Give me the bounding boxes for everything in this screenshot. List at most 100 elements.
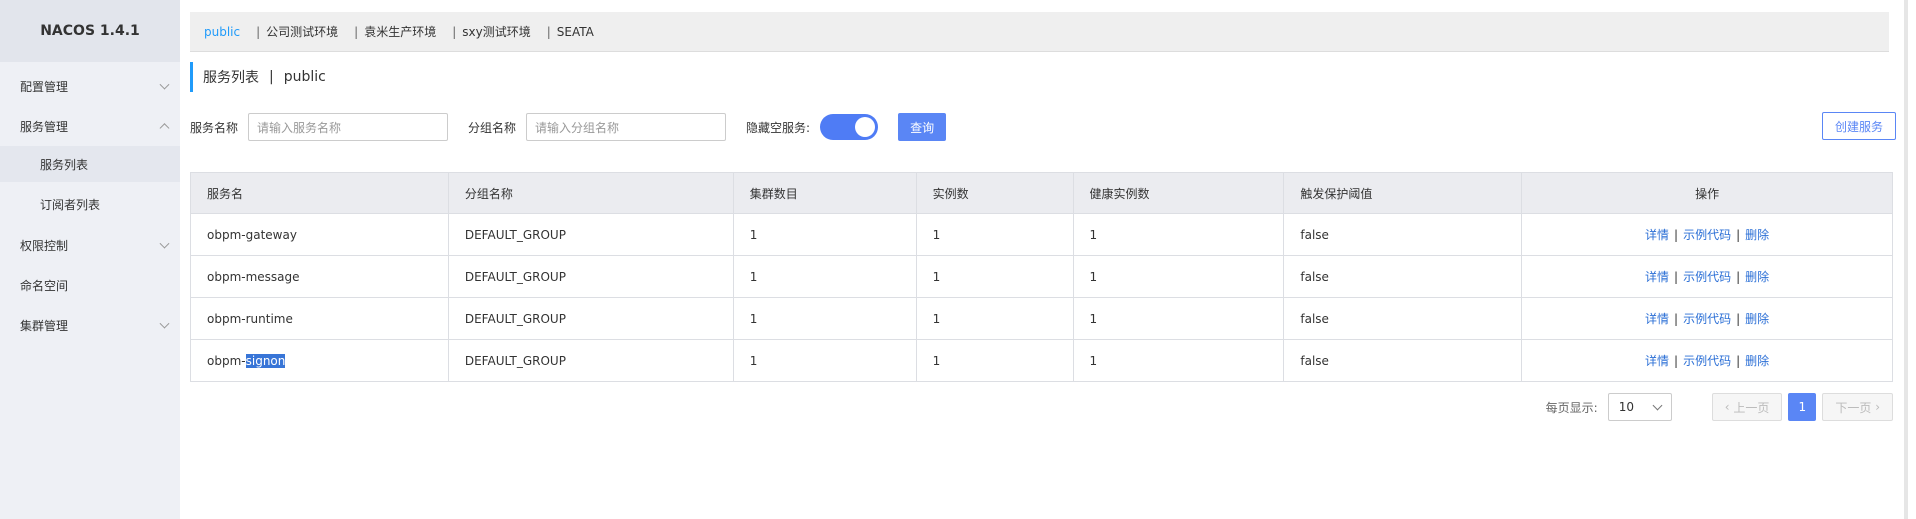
scrollbar[interactable] [1904, 0, 1908, 519]
sidebar-item-label: 集群管理 [20, 318, 69, 333]
sidebar-item-label: 配置管理 [20, 79, 69, 94]
page-title-separator: | [269, 69, 274, 85]
main-content: public | 公司测试环境 | 袁米生产环境 | sxy测试环境 | SEA… [180, 0, 1916, 519]
service-table: 服务名 分组名称 集群数目 实例数 健康实例数 触发保护阈值 操作 obpm-g… [190, 172, 1893, 382]
cell-group: DEFAULT_GROUP [447, 213, 734, 256]
page-size-value: 10 [1618, 400, 1634, 414]
group-name-input[interactable]: 请输入分组名称 [526, 113, 727, 141]
cell-instances: 1 [915, 297, 1074, 340]
chevron-left-icon: ‹ [1724, 400, 1734, 414]
header-service-name: 服务名 [190, 172, 449, 214]
sidebar-item-service[interactable]: 服务管理 [0, 108, 180, 144]
page-size-select[interactable]: 10 [1607, 393, 1672, 421]
cell-service-name: obpm-runtime [190, 297, 449, 340]
sidebar-item-cluster[interactable]: 集群管理 [0, 307, 180, 343]
create-service-button[interactable]: 创建服务 [1821, 112, 1896, 140]
table-row: obpm-gateway DEFAULT_GROUP 1 1 1 false 详… [190, 213, 1893, 256]
cell-instances: 1 [915, 339, 1074, 382]
cell-service-name: obpm-gateway [190, 213, 449, 256]
detail-link[interactable]: 详情 [1645, 312, 1669, 326]
cell-group: DEFAULT_GROUP [447, 255, 734, 298]
detail-link[interactable]: 详情 [1645, 354, 1669, 368]
cell-operations: 详情 | 示例代码 | 删除 [1521, 213, 1893, 256]
cell-operations: 详情 | 示例代码 | 删除 [1521, 339, 1893, 382]
ops-separator: | [1674, 312, 1679, 326]
cell-clusters: 1 [732, 255, 917, 298]
sample-code-link[interactable]: 示例代码 [1683, 312, 1731, 326]
service-name-prefix: obpm- [207, 353, 246, 368]
sidebar: NACOS 1.4.1 配置管理 服务管理 服务列表 订阅者列表 权限控制 命名… [0, 0, 180, 519]
cell-clusters: 1 [732, 213, 917, 256]
ops-separator: | [1736, 228, 1741, 242]
sample-code-link[interactable]: 示例代码 [1683, 228, 1731, 242]
delete-link[interactable]: 删除 [1745, 312, 1769, 326]
service-name-input[interactable]: 请输入服务名称 [248, 113, 449, 141]
ops-separator: | [1674, 354, 1679, 368]
cell-clusters: 1 [732, 297, 917, 340]
delete-link[interactable]: 删除 [1745, 228, 1769, 242]
page-size-label: 每页显示: [1545, 400, 1598, 415]
namespace-company-test[interactable]: 公司测试环境 [266, 23, 338, 40]
cell-instances: 1 [915, 213, 1074, 256]
logo: NACOS 1.4.1 [0, 0, 180, 62]
table-row: obpm-runtime DEFAULT_GROUP 1 1 1 false 详… [190, 297, 1893, 340]
page-title-main: 服务列表 [203, 70, 259, 86]
delete-link[interactable]: 删除 [1745, 354, 1769, 368]
header-healthy-count: 健康实例数 [1072, 172, 1285, 214]
chevron-down-icon [159, 79, 170, 90]
header-protect-threshold: 触发保护阈值 [1283, 172, 1523, 214]
sidebar-item-auth[interactable]: 权限控制 [0, 227, 180, 263]
namespace-separator: | [546, 24, 551, 39]
cell-threshold: false [1283, 255, 1523, 298]
cell-instances: 1 [915, 255, 1074, 298]
detail-link[interactable]: 详情 [1645, 228, 1669, 242]
header-operations: 操作 [1521, 172, 1893, 214]
ops-separator: | [1674, 270, 1679, 284]
detail-link[interactable]: 详情 [1645, 270, 1669, 284]
chevron-down-icon [159, 238, 170, 249]
sidebar-item-service-list[interactable]: 服务列表 [0, 146, 180, 182]
header-cluster-count: 集群数目 [732, 172, 917, 214]
namespace-prod[interactable]: 袁米生产环境 [364, 23, 436, 40]
namespace-sxy-test[interactable]: sxy测试环境 [462, 23, 530, 40]
sidebar-item-config[interactable]: 配置管理 [0, 68, 180, 104]
cell-healthy: 1 [1072, 339, 1285, 382]
query-button[interactable]: 查询 [898, 113, 947, 141]
prev-page-label: 上一页 [1733, 400, 1770, 415]
sidebar-item-subscribers[interactable]: 订阅者列表 [0, 186, 180, 222]
ops-separator: | [1736, 312, 1741, 326]
header-group-name: 分组名称 [447, 172, 734, 214]
sidebar-item-label: 服务列表 [40, 157, 89, 172]
sidebar-item-label: 订阅者列表 [40, 197, 101, 212]
sidebar-item-label: 服务管理 [20, 119, 69, 134]
next-page-button[interactable]: 下一页 › [1822, 393, 1893, 421]
cell-threshold: false [1283, 213, 1523, 256]
service-name-label: 服务名称 [190, 120, 239, 135]
cell-group: DEFAULT_GROUP [447, 339, 734, 382]
table-header-row: 服务名 分组名称 集群数目 实例数 健康实例数 触发保护阈值 操作 [190, 172, 1893, 214]
namespace-separator: | [452, 24, 457, 39]
sample-code-link[interactable]: 示例代码 [1683, 270, 1731, 284]
chevron-right-icon: › [1871, 400, 1880, 414]
delete-link[interactable]: 删除 [1745, 270, 1769, 284]
ops-separator: | [1674, 228, 1679, 242]
page-number-current[interactable]: 1 [1788, 393, 1817, 421]
sidebar-item-namespace[interactable]: 命名空间 [0, 267, 180, 303]
ops-separator: | [1736, 270, 1741, 284]
hide-empty-label: 隐藏空服务: [746, 120, 811, 135]
cell-operations: 详情 | 示例代码 | 删除 [1521, 297, 1893, 340]
prev-page-button[interactable]: ‹ 上一页 [1711, 393, 1783, 421]
cell-service-name: obpm-message [190, 255, 449, 298]
sample-code-link[interactable]: 示例代码 [1683, 354, 1731, 368]
cell-healthy: 1 [1072, 213, 1285, 256]
group-name-label: 分组名称 [468, 120, 517, 135]
namespace-seata[interactable]: SEATA [557, 25, 594, 39]
app-root: NACOS 1.4.1 配置管理 服务管理 服务列表 订阅者列表 权限控制 命名… [0, 0, 1916, 519]
chevron-up-icon [159, 123, 170, 134]
header-instance-count: 实例数 [915, 172, 1074, 214]
namespace-separator: | [354, 24, 359, 39]
hide-empty-toggle[interactable] [820, 114, 879, 140]
chevron-down-icon [1652, 400, 1663, 411]
cell-operations: 详情 | 示例代码 | 删除 [1521, 255, 1893, 298]
namespace-public[interactable]: public [204, 25, 240, 39]
